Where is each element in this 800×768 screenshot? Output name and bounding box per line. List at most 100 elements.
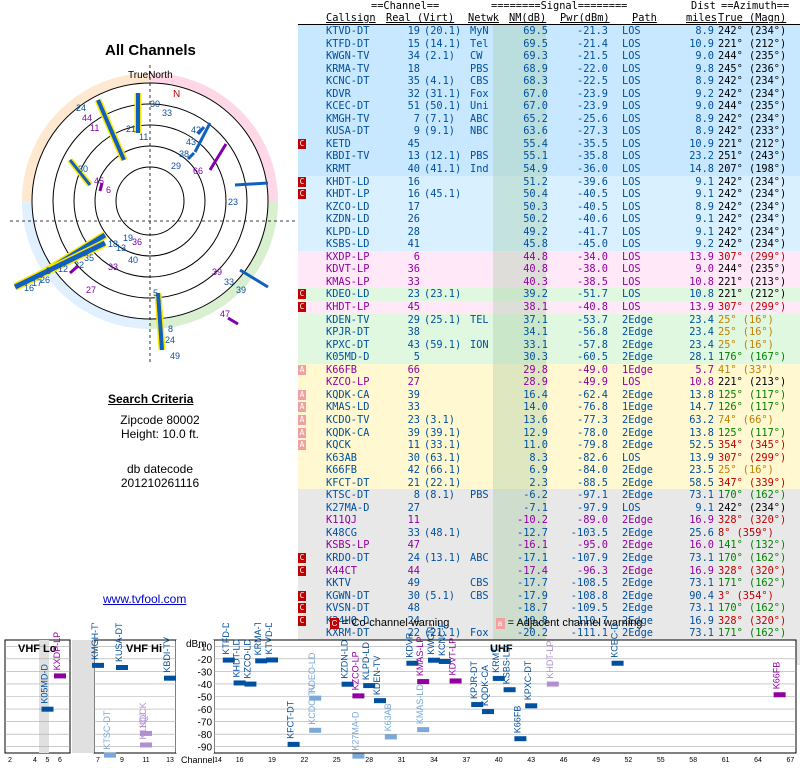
svg-text:24: 24 xyxy=(165,335,175,345)
cell-call: KQCK xyxy=(326,439,351,452)
cell-pwr: -88.5 xyxy=(577,476,608,489)
cell-nm: -17.4 xyxy=(517,564,548,577)
cell-real: 41 xyxy=(407,238,420,251)
cell-call: KGWN-DT xyxy=(326,589,370,602)
true-magn-header: True (Magn) xyxy=(718,12,787,24)
table-row: KMAS-LP 33 40.3 -38.5 LOS 10.8 221° (213°) xyxy=(298,275,800,289)
cell-call: KWGN-TV xyxy=(326,50,370,63)
table-row: KWGN-TV 34 (2.1) CW 69.3 -21.5 LOS 9.0 244° (235… xyxy=(298,50,800,63)
cell-nm: 40.8 xyxy=(523,263,548,276)
cell-az: 25° (16°) xyxy=(718,464,774,477)
cell-pwr: -27.3 xyxy=(577,125,608,138)
x-tick-label: 25 xyxy=(333,757,341,764)
cell-dist: 9.2 xyxy=(695,238,714,251)
cell-net: PBS xyxy=(470,150,489,163)
cell-call: KDVT-LP xyxy=(326,263,370,276)
cell-az: 307° (299°) xyxy=(718,301,787,314)
x-tick-label: 43 xyxy=(527,757,535,764)
cell-path: LOS xyxy=(622,150,641,163)
cell-dist: 14.7 xyxy=(689,401,714,414)
cell-dist: 8.9 xyxy=(695,112,714,125)
cell-az: 25° (16°) xyxy=(718,338,774,351)
cell-nm: -12.7 xyxy=(517,526,548,539)
cell-call: KTVD-DT xyxy=(326,25,370,37)
cell-net: ABC xyxy=(470,112,489,125)
cell-real: 16 xyxy=(407,175,420,188)
station-bar-label: KQDK-CA xyxy=(480,665,490,706)
station-bar-mark xyxy=(92,662,104,668)
cell-dist: 13.8 xyxy=(689,426,714,439)
x-tick-label: 67 xyxy=(787,757,795,764)
station-bar-label: KCEC-DT xyxy=(610,623,620,658)
cell-real: 16 xyxy=(407,188,420,201)
table-row: A KQDK-CA 39 (39.1) 12.9 -78.0 2Edge 13.8 125° (… xyxy=(298,426,800,440)
cell-virt: (25.1) xyxy=(424,313,462,326)
dist-header: Dist xyxy=(691,0,716,12)
cell-nm: 55.4 xyxy=(523,137,548,150)
table-row: A K66FB 66 29.8 -49.0 1Edge 5.7 41° (33°) xyxy=(298,363,800,377)
cell-nm: 45.8 xyxy=(523,238,548,251)
cell-pwr: -84.0 xyxy=(577,464,608,477)
cell-pwr: -108.8 xyxy=(570,589,608,602)
cell-nm: -10.2 xyxy=(517,514,548,527)
cell-az: 171° (162°) xyxy=(718,577,787,590)
x-tick-label: 9 xyxy=(120,757,124,764)
cell-real: 15 xyxy=(407,37,420,50)
cell-path: LOS xyxy=(622,501,641,514)
tvfool-link[interactable]: www.tvfool.com xyxy=(103,592,186,606)
station-bar-mark xyxy=(611,660,624,666)
cell-az: 242° (234°) xyxy=(718,238,787,251)
station-bar-label: KZCO-LD xyxy=(242,639,252,679)
cell-call: KHDT-LP xyxy=(326,188,370,201)
table-row: KZDN-LD 26 50.2 -40.6 LOS 9.1 242° (234°) xyxy=(298,213,800,226)
cell-dist: 10.9 xyxy=(689,137,714,150)
cell-pwr: -38.5 xyxy=(577,275,608,288)
cell-virt: (50.1) xyxy=(424,100,462,113)
station-bar-mark xyxy=(116,664,128,670)
callsign-header: Callsign xyxy=(326,12,376,24)
cell-path: LOS xyxy=(622,225,641,238)
cell-call: KZDN-LD xyxy=(326,213,370,226)
cell-path: 2Edge xyxy=(622,388,653,401)
cell-nm: 34.1 xyxy=(523,326,548,339)
cell-call: KTFD-DT xyxy=(326,37,370,50)
station-bar-mark xyxy=(140,742,152,748)
cell-nm: 30.3 xyxy=(523,351,548,364)
cell-real: 18 xyxy=(407,62,420,75)
cell-az: 307° (299°) xyxy=(718,250,787,263)
cell-call: KVSN-DT xyxy=(326,602,370,615)
cell-nm: 39.2 xyxy=(523,288,548,301)
cell-pwr: -38.0 xyxy=(577,263,608,276)
cell-path: LOS xyxy=(622,112,641,125)
cell-virt: (13.1) xyxy=(424,551,462,564)
x-tick-label: 22 xyxy=(301,757,309,764)
cell-call: KZCO-LP xyxy=(326,376,370,389)
station-bar-mark xyxy=(352,753,365,759)
cell-net: PBS xyxy=(470,489,489,502)
cell-pwr: -57.8 xyxy=(577,338,608,351)
cell-virt: (31.1) xyxy=(424,87,462,100)
cell-pwr: -21.5 xyxy=(577,50,608,63)
station-bar-label: KBDI-TV xyxy=(162,637,172,673)
x-tick-label: 46 xyxy=(560,757,568,764)
cell-dist: 63.2 xyxy=(689,413,714,426)
cell-real: 33 xyxy=(407,275,420,288)
table-row: C K44CT 44 -17.4 -96.3 2Edge 16.9 328° (320°) xyxy=(298,564,800,578)
cell-path: 2Edge xyxy=(622,476,653,489)
cell-pwr: -21.4 xyxy=(577,37,608,50)
station-bar-mark xyxy=(41,706,54,712)
station-bar-label: KDEO-LD xyxy=(307,652,317,693)
cell-nm: 16.4 xyxy=(523,388,548,401)
x-tick-label: 40 xyxy=(495,757,503,764)
cell-dist: 25.6 xyxy=(689,526,714,539)
cell-net: CW xyxy=(470,50,483,63)
station-bar-mark xyxy=(374,698,386,704)
cell-pwr: -49.0 xyxy=(577,363,608,376)
svg-text:6: 6 xyxy=(106,185,111,195)
cell-call: KQDK-CA xyxy=(326,388,370,401)
table-row: KSBS-LD 41 45.8 -45.0 LOS 9.2 242° (234°) xyxy=(298,238,800,251)
cell-nm: -17.9 xyxy=(517,589,548,602)
table-row: KSBS-LP 47 -16.1 -95.0 2Edge 16.0 141° (132°) xyxy=(298,539,800,552)
svg-text:23: 23 xyxy=(228,197,238,207)
station-bar-mark xyxy=(514,736,527,742)
